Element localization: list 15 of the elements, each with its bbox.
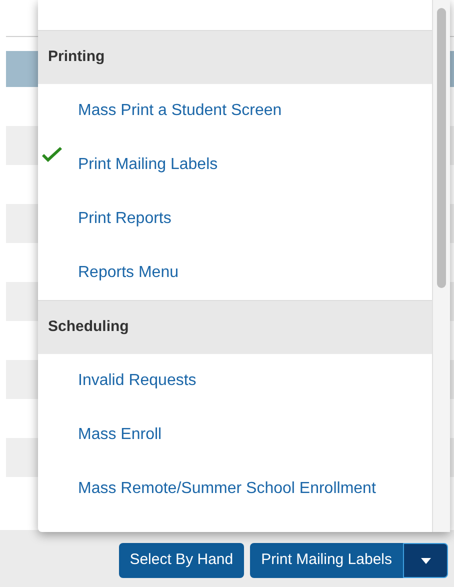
- menu-item[interactable]: Mass Remote/Summer School Enrollment: [78, 477, 376, 501]
- scrollbar-thumb[interactable]: [437, 8, 446, 288]
- menu-item[interactable]: Mass Print a Student Screen: [78, 99, 282, 123]
- menu-item[interactable]: Reports Menu: [78, 261, 178, 285]
- section-header: Printing: [38, 30, 432, 84]
- print-mailing-labels-button[interactable]: Print Mailing Labels: [250, 543, 403, 578]
- select-by-hand-button[interactable]: Select By Hand: [118, 543, 244, 578]
- menu-item[interactable]: Print Mailing Labels: [78, 153, 218, 177]
- caret-icon: [420, 558, 430, 564]
- menu-item[interactable]: Mass Enroll: [78, 423, 162, 447]
- menu-item[interactable]: Print Reports: [78, 207, 172, 231]
- dropdown-toggle-button[interactable]: [403, 543, 448, 578]
- section-header: Scheduling: [38, 300, 432, 354]
- menu-item[interactable]: Invalid Requests: [78, 369, 196, 393]
- scrollbar[interactable]: [432, 0, 450, 532]
